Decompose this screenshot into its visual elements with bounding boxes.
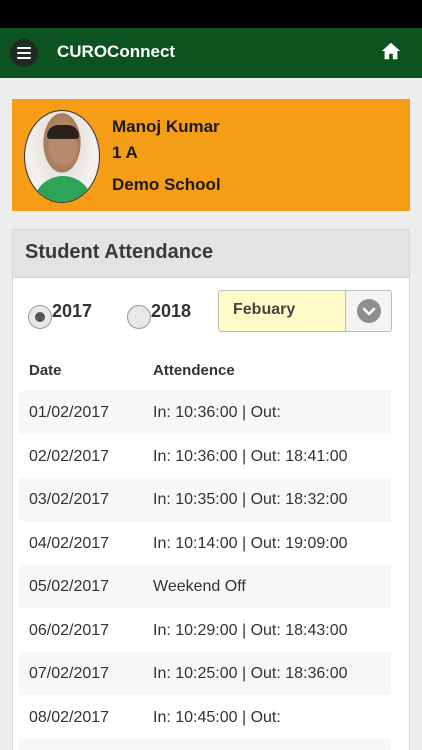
table-row: 01/02/2017 In: 10:36:00 | Out:	[19, 391, 391, 434]
row-attendance: Weekend Off	[153, 578, 246, 595]
row-date: 02/02/2017	[29, 448, 110, 465]
menu-line	[17, 57, 31, 59]
month-select-value: Febuary	[233, 301, 296, 318]
table-row: 02/02/2017 In: 10:36:00 | Out: 18:41:00	[19, 435, 391, 478]
chevron-down-icon	[357, 299, 381, 323]
table-row: 03/02/2017 In: 10:35:00 | Out: 18:32:00	[19, 478, 391, 521]
student-class: 1 A	[112, 143, 138, 162]
row-attendance: In: 10:35:00 | Out: 18:32:00	[153, 491, 348, 508]
avatar	[24, 110, 100, 203]
row-date: 03/02/2017	[29, 491, 110, 508]
attendance-panel: Student Attendance 2017 2018 Febuary Dat…	[12, 229, 410, 750]
avatar-hair	[47, 125, 79, 139]
row-attendance: In: 10:36:00 | Out: 18:41:00	[153, 448, 348, 465]
radio-year-2018[interactable]	[127, 305, 151, 329]
month-select[interactable]: Febuary	[218, 290, 392, 332]
row-attendance: In: 10:45:00 | Out:	[153, 709, 281, 726]
row-date: 08/02/2017	[29, 709, 110, 726]
row-date: 01/02/2017	[29, 404, 110, 421]
table-row: 05/02/2017 Weekend Off	[19, 565, 391, 608]
menu-line	[17, 47, 31, 49]
table-row: 06/02/2017 In: 10:29:00 | Out: 18:43:00	[19, 609, 391, 652]
student-name: Manoj Kumar	[112, 117, 220, 136]
row-date: 07/02/2017	[29, 665, 110, 682]
month-select-toggle[interactable]	[345, 291, 391, 331]
row-attendance: In: 10:14:00 | Out: 19:09:00	[153, 535, 348, 552]
table-row: 04/02/2017 In: 10:14:00 | Out: 19:09:00	[19, 522, 391, 565]
row-date: 06/02/2017	[29, 622, 110, 639]
row-date: 04/02/2017	[29, 535, 110, 552]
student-profile-card: Manoj Kumar 1 A Demo School	[12, 99, 410, 211]
menu-line	[17, 52, 31, 54]
table-row	[19, 739, 391, 750]
panel-header: Student Attendance	[13, 230, 409, 278]
radio-year-2017[interactable]	[28, 305, 52, 329]
row-date: 05/02/2017	[29, 578, 110, 595]
app-bar: CUROConnect	[0, 28, 422, 78]
table-row: 07/02/2017 In: 10:25:00 | Out: 18:36:00	[19, 652, 391, 695]
column-header-attendance: Attendence	[153, 362, 235, 379]
avatar-shirt	[33, 176, 93, 202]
app-title: CUROConnect	[57, 42, 176, 61]
panel-title: Student Attendance	[25, 241, 214, 263]
row-attendance: In: 10:29:00 | Out: 18:43:00	[153, 622, 348, 639]
row-attendance: In: 10:36:00 | Out:	[153, 404, 281, 421]
radio-label-2017[interactable]: 2017	[52, 301, 92, 322]
row-attendance: In: 10:25:00 | Out: 18:36:00	[153, 665, 348, 682]
hamburger-menu-icon[interactable]	[10, 39, 38, 67]
column-header-date: Date	[29, 362, 62, 379]
radio-label-2018[interactable]: 2018	[151, 301, 191, 322]
table-row: 08/02/2017 In: 10:45:00 | Out:	[19, 696, 391, 739]
student-school: Demo School	[112, 175, 221, 194]
home-icon[interactable]	[380, 40, 402, 62]
status-bar	[0, 0, 422, 28]
